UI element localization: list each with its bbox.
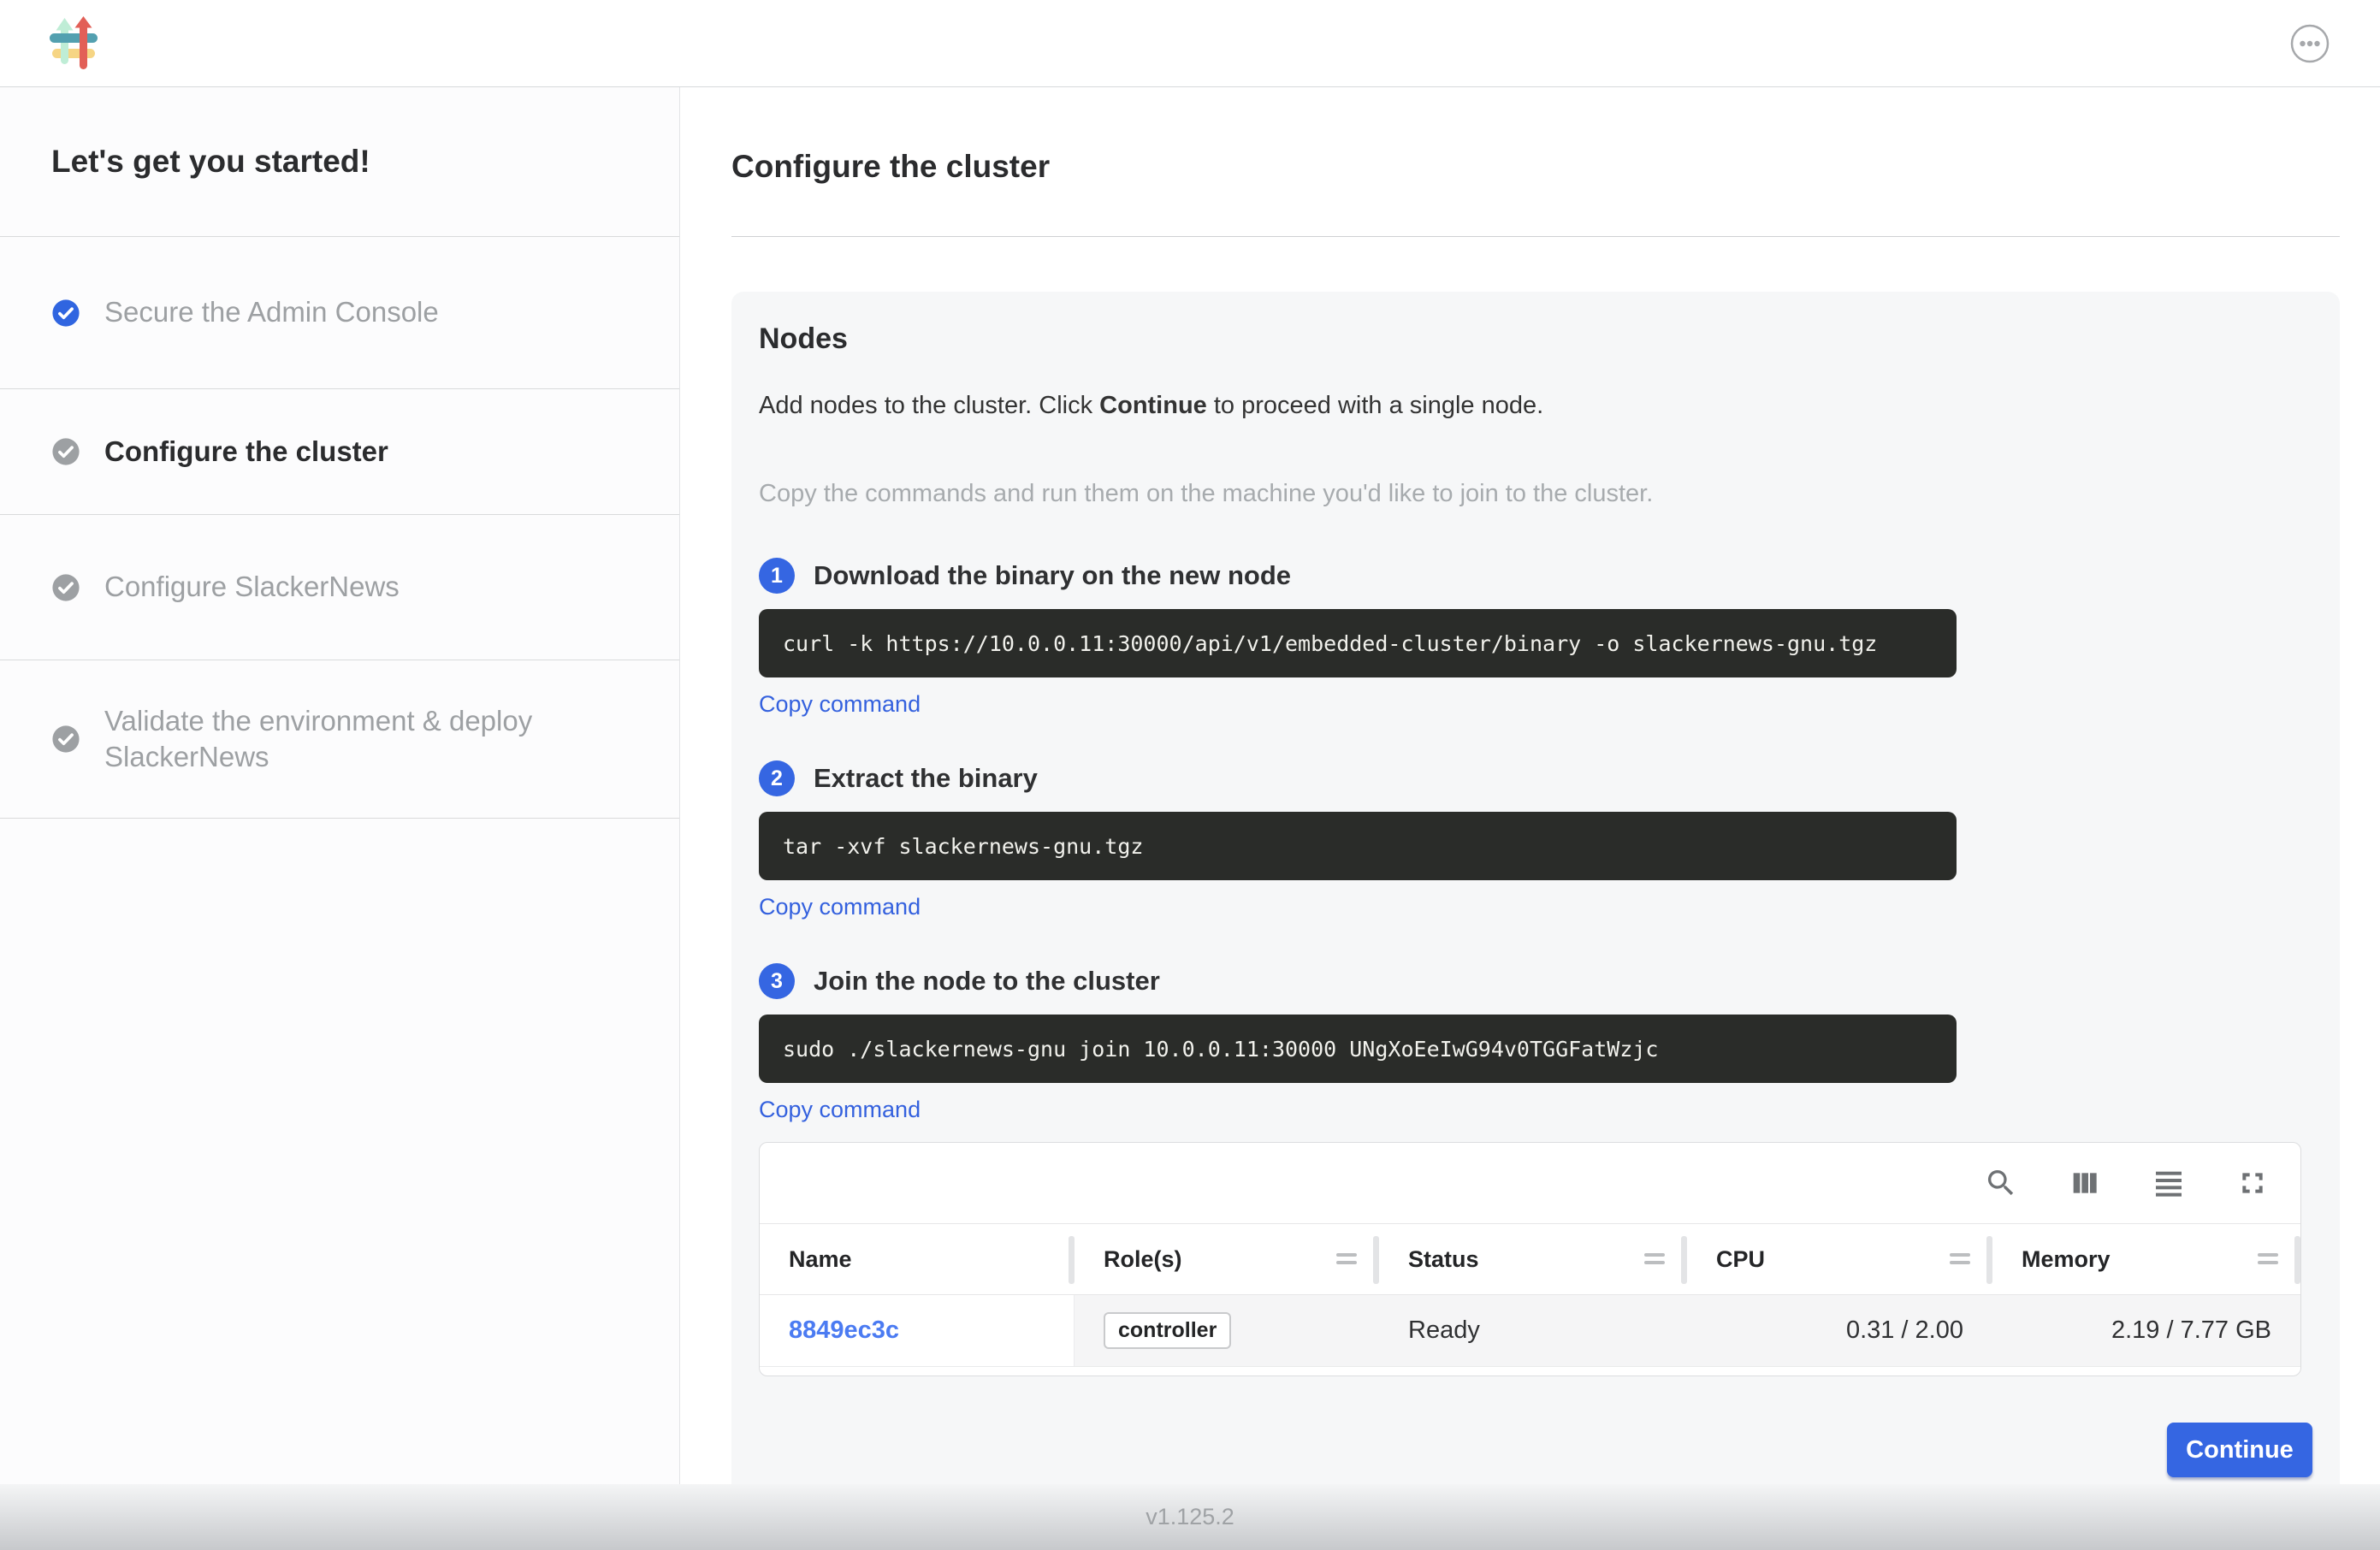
column-header-cpu[interactable]: CPU [1687,1224,1992,1294]
column-header-name[interactable]: Name [760,1224,1075,1294]
nodes-card-hint: Copy the commands and run them on the ma… [759,480,2312,508]
sidebar-title: Let's get you started! [0,87,679,237]
overflow-menu-button[interactable] [2289,23,2330,64]
continue-button[interactable]: Continue [2167,1423,2312,1477]
step-1-number-badge: 1 [759,558,795,594]
step-2-number-badge: 2 [759,760,795,796]
sidebar-item-label: Validate the environment & deploy Slacke… [104,703,583,775]
footer: v1.125.2 [0,1484,2380,1550]
column-header-memory[interactable]: Memory [1992,1224,2300,1294]
node-memory-cell: 2.19 / 7.77 GB [1992,1295,2300,1366]
nodes-table: Name Role(s) Status CPU Memory 8849ec3c … [759,1142,2301,1376]
table-header-row: Name Role(s) Status CPU Memory [760,1223,2300,1295]
step-3-command-code: sudo ./slackernews-gnu join 10.0.0.11:30… [759,1015,1957,1083]
column-menu-icon[interactable] [1950,1253,1970,1257]
sidebar-item-label: Secure the Admin Console [104,294,439,330]
sidebar-item-label: Configure the cluster [104,434,388,470]
sidebar-item-label: Configure SlackerNews [104,569,400,605]
step-3-title: Join the node to the cluster [814,966,1160,997]
ellipsis-circle-icon [2289,23,2330,64]
step-2-command-code: tar -xvf slackernews-gnu.tgz [759,812,1957,880]
nodes-card: Nodes Add nodes to the cluster. Click Co… [731,292,2340,1506]
check-complete-icon [51,299,80,328]
step-1-title: Download the binary on the new node [814,560,1291,591]
sidebar-item-secure-admin-console[interactable]: Secure the Admin Console [0,237,679,389]
fullscreen-icon[interactable] [2235,1166,2270,1200]
step-1-command-code: curl -k https://10.0.0.11:30000/api/v1/e… [759,609,1957,677]
admin-console-app: Let's get you started! Secure the Admin … [0,0,2380,1550]
check-pending-icon [51,437,80,466]
column-header-roles[interactable]: Role(s) [1075,1224,1379,1294]
nodes-card-description: Add nodes to the cluster. Click Continue… [759,392,2312,420]
role-chip: controller [1104,1312,1231,1349]
node-roles-cell: controller [1075,1295,1379,1366]
density-icon[interactable] [2152,1166,2186,1200]
version-label: v1.125.2 [1146,1504,1234,1530]
check-pending-icon [51,573,80,602]
node-name-cell: 8849ec3c [760,1295,1075,1366]
step-1-header: 1 Download the binary on the new node [759,558,2312,594]
node-cpu-cell: 0.31 / 2.00 [1687,1295,1992,1366]
table-row: 8849ec3c controller Ready 0.31 / 2.00 2.… [760,1295,2300,1367]
nodes-card-title: Nodes [759,322,2312,356]
top-bar [0,0,2380,87]
columns-icon[interactable] [2068,1166,2102,1200]
search-icon[interactable] [1984,1166,2018,1200]
setup-sidebar: Let's get you started! Secure the Admin … [0,87,680,1484]
step-2-copy-command-link[interactable]: Copy command [759,894,921,920]
main-panel: Configure the cluster Nodes Add nodes to… [680,87,2380,1484]
step-3-number-badge: 3 [759,963,795,999]
slackernews-logo [50,16,98,71]
column-menu-icon[interactable] [2258,1253,2278,1257]
node-status-cell: Ready [1379,1295,1687,1366]
title-divider [731,236,2340,237]
step-2-header: 2 Extract the binary [759,760,2312,796]
node-name-link[interactable]: 8849ec3c [789,1316,899,1345]
column-header-status[interactable]: Status [1379,1224,1687,1294]
column-menu-icon[interactable] [1644,1253,1665,1257]
page-title: Configure the cluster [731,149,2340,185]
step-2-title: Extract the binary [814,763,1038,794]
check-pending-icon [51,725,80,754]
step-3-header: 3 Join the node to the cluster [759,963,2312,999]
sidebar-item-configure-cluster[interactable]: Configure the cluster [0,389,679,515]
table-toolbar [760,1143,2300,1223]
sidebar-item-validate-deploy[interactable]: Validate the environment & deploy Slacke… [0,660,679,819]
sidebar-item-configure-slackernews[interactable]: Configure SlackerNews [0,515,679,660]
step-3-copy-command-link[interactable]: Copy command [759,1097,921,1123]
step-1-copy-command-link[interactable]: Copy command [759,691,921,718]
table-bottom-spacer [760,1367,2300,1375]
column-menu-icon[interactable] [1336,1253,1357,1257]
